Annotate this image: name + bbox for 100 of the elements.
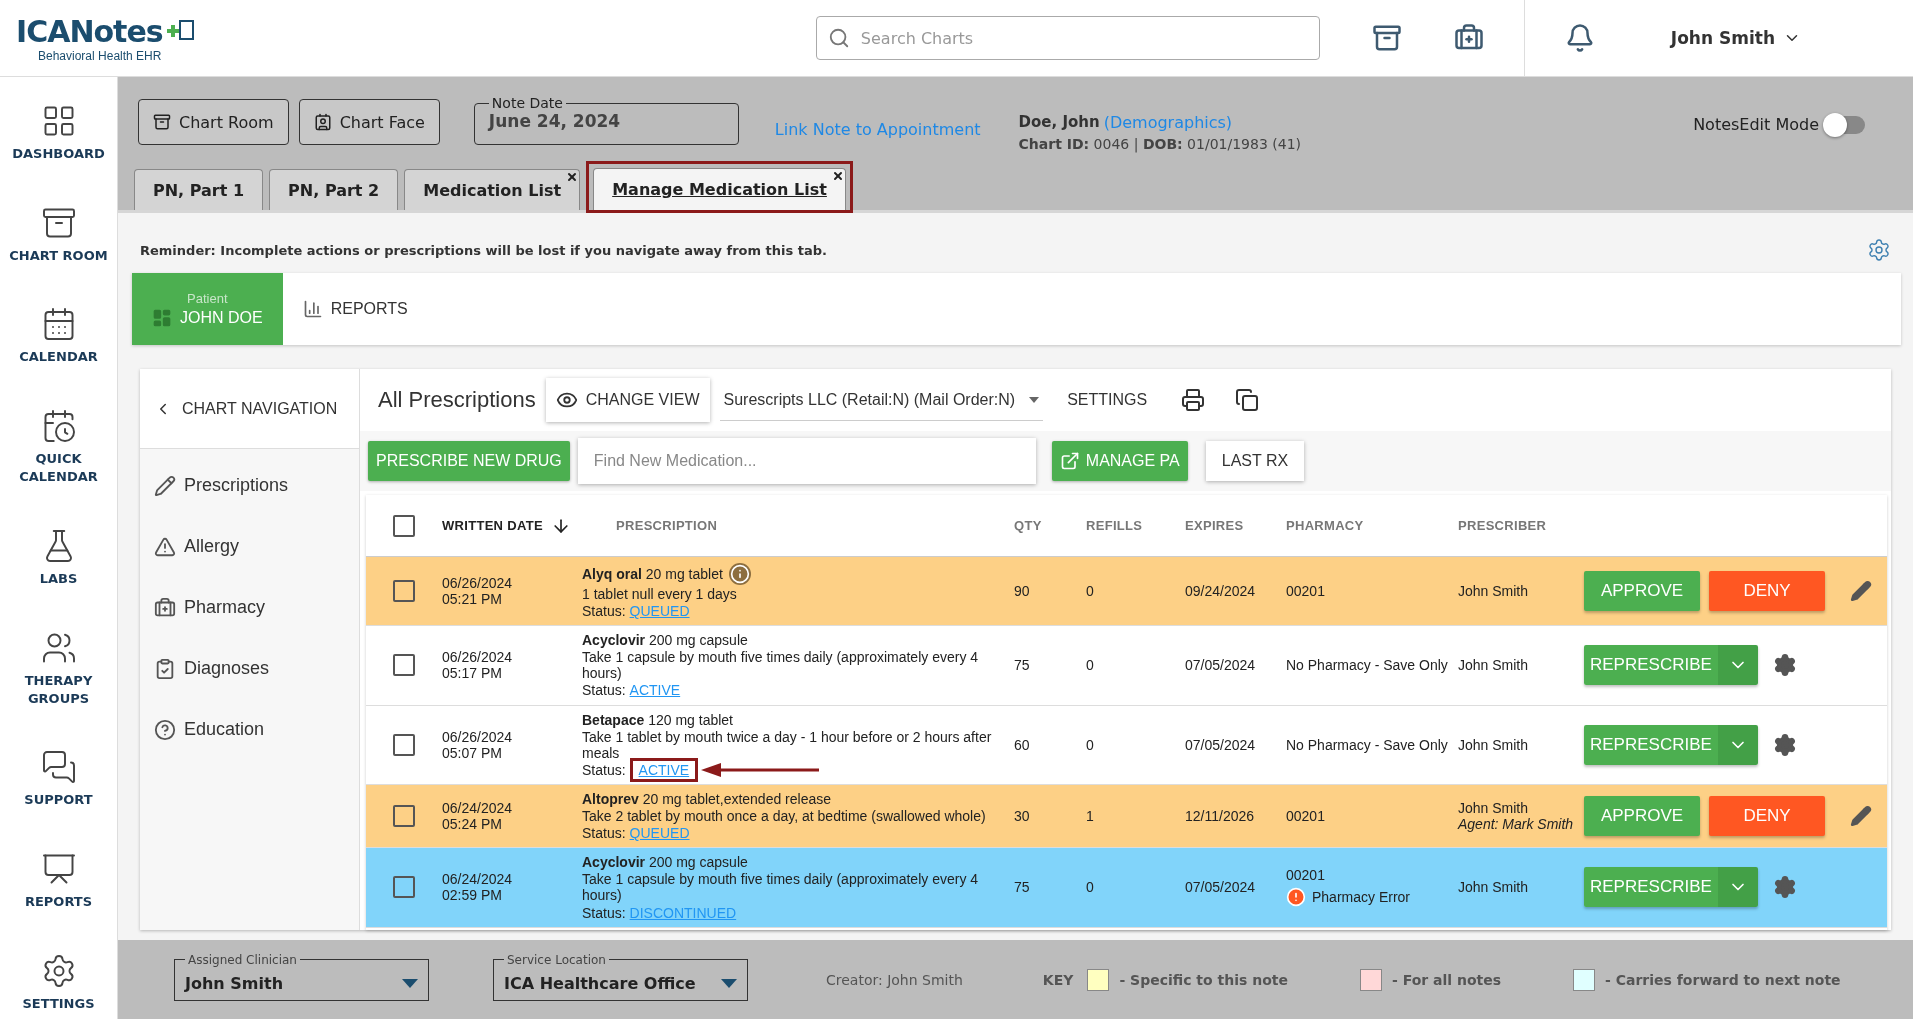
tab[interactable]: Manage Medication List (593, 168, 846, 210)
expires-cell-text: 12/11/2026 (1185, 808, 1256, 825)
chart-nav-item[interactable]: Prescriptions (140, 455, 359, 516)
key-label: KEY (1042, 971, 1074, 988)
sidebar-item[interactable]: THERAPY GROUPS (8, 629, 109, 708)
close-icon[interactable] (566, 171, 579, 183)
refills-cell-text: 1 (1086, 808, 1095, 825)
sidebar-item[interactable]: SETTINGS (8, 952, 109, 1013)
chart-nav-item[interactable]: Diagnoses (140, 638, 359, 699)
status-label: Status: (582, 761, 626, 778)
qty-cell-text: 60 (1014, 736, 1031, 753)
panel-title: All Prescriptions (378, 387, 536, 413)
close-icon[interactable] (831, 170, 844, 182)
settings-icon[interactable] (1772, 875, 1797, 900)
patient-tab[interactable]: REPORTS (282, 273, 430, 345)
column-header: REFILLS (1086, 518, 1144, 533)
checkbox[interactable] (393, 733, 415, 756)
sig-text: Take 2 tablet by mouth once a day, at bedtime (swallowed whole) (582, 808, 987, 825)
drug-title: Acyclovir 200 mg capsule (582, 632, 748, 649)
pharmacy-error: Pharmacy Error (1312, 889, 1411, 906)
sig-text: Take 1 capsule by mouth five times daily (approximately every 4 hours) (582, 649, 980, 682)
pencil-icon[interactable] (1850, 805, 1872, 828)
refills-cell-text: 0 (1086, 657, 1095, 674)
logo-tagline: Behavioral Health EHR (38, 48, 163, 63)
clipboard-check-icon (154, 657, 176, 680)
drug-title: Acyclovir 200 mg capsule (582, 854, 748, 871)
sidebar-item[interactable]: CALENDAR (8, 306, 109, 367)
clinician-select[interactable]: Assigned Clinician John Smith (174, 952, 429, 1001)
pencil-icon[interactable] (1850, 580, 1872, 603)
settings-button[interactable]: SETTINGS (1053, 391, 1162, 409)
prescriber-cell-text: John Smith (1458, 800, 1530, 817)
agent-text: Agent: Mark Smith (1458, 816, 1575, 833)
external-link-icon (1059, 451, 1080, 471)
date-cell-text: 06/24/2024 02:59 PM (442, 871, 514, 904)
column-header: PRESCRIPTION (615, 518, 719, 533)
change-view-button[interactable]: CHANGE VIEW (545, 378, 710, 422)
checkbox[interactable] (393, 876, 415, 899)
date-cell-text: 06/26/2024 05:21 PM (442, 575, 514, 608)
settings-icon[interactable] (1772, 732, 1797, 757)
sidebar-item[interactable]: SUPPORT (8, 749, 109, 810)
tab[interactable]: PN, Part 2 (269, 169, 399, 210)
patient-name: Doe, John (1018, 113, 1100, 132)
settings-icon[interactable] (1867, 238, 1891, 262)
status-label: Status: (582, 825, 626, 842)
pharmacy-cell-text: 00201 (1286, 808, 1326, 825)
refills-cell-text: 0 (1086, 879, 1095, 896)
settings-icon[interactable] (1772, 653, 1797, 678)
search-field[interactable]: Search Charts (815, 16, 1320, 60)
key-text: - For all notes (1391, 971, 1502, 988)
patient-details: Chart ID: 0046 | DOB: 01/01/1983 (41) (1018, 136, 1301, 152)
column-header[interactable]: WRITTEN DATE (442, 515, 582, 536)
date-cell-text: 06/24/2024 05:24 PM (442, 800, 514, 833)
drug-title: Betapace 120 mg tablet (582, 711, 733, 728)
drug-title: Altoprev 20 mg tablet,extended release (582, 790, 832, 808)
sidebar-item[interactable]: CHART ROOM (8, 204, 109, 265)
tab[interactable]: PN, Part 1 (134, 169, 264, 210)
chart-nav-item[interactable]: Pharmacy (140, 577, 359, 638)
expires-cell-text: 07/05/2024 (1185, 657, 1257, 674)
toolbar-button[interactable]: Chart Face (298, 99, 440, 145)
info-icon[interactable] (728, 563, 751, 585)
date-cell-text: 06/26/2024 05:07 PM (442, 728, 514, 761)
note-date-field[interactable]: Note Date June 24, 2024 (473, 95, 739, 145)
checkbox[interactable] (393, 514, 415, 537)
sig-text: Take 1 capsule by mouth five times daily (approximately every 4 hours) (582, 871, 980, 904)
user-menu[interactable]: John Smith (1664, 27, 1807, 49)
pharmacy-select[interactable]: Surescripts LLC (Retail:N) (Mail Order:N) (719, 379, 1044, 421)
caret-icon (402, 978, 418, 988)
status-label: Status: (582, 603, 626, 620)
copy-icon (1235, 388, 1260, 412)
checkbox[interactable] (393, 654, 415, 677)
toolbar-button[interactable]: Chart Room (138, 99, 289, 145)
file-cabinet-icon (153, 113, 171, 131)
location-select[interactable]: Service Location ICA Healthcare Office (493, 952, 748, 1001)
last-rx-button[interactable]: LAST RX (1205, 441, 1305, 481)
pharmacy-cell-text: 00201 (1286, 583, 1326, 600)
refills-cell-text: 0 (1086, 583, 1095, 600)
chart-nav-item[interactable]: Education (140, 699, 359, 760)
status-label: Status: (582, 682, 626, 699)
pharmacy-cell: No Pharmacy - Save Only (1286, 736, 1448, 753)
prescriber-cell-text: John Smith (1458, 657, 1530, 674)
sidebar-item[interactable]: REPORTS (8, 851, 109, 912)
pharmacy-cell-text: 00201 (1286, 867, 1326, 884)
dropdown-button[interactable] (1717, 724, 1758, 765)
alert-icon (1286, 887, 1306, 908)
checkbox[interactable] (393, 805, 415, 828)
tab[interactable]: Medication List (404, 169, 581, 210)
file-cabinet-icon[interactable] (1371, 23, 1402, 53)
sidebar-item[interactable]: DASHBOARD (8, 103, 109, 164)
chart-navigation-button[interactable]: CHART NAVIGATION (140, 369, 359, 449)
find-medication-field[interactable]: Find New Medication... (577, 438, 1036, 484)
chart-nav-item[interactable]: Allergy (140, 516, 359, 577)
printer-icon (1181, 388, 1206, 412)
checkbox[interactable] (393, 580, 415, 603)
column-header: PHARMACY (1286, 518, 1365, 533)
sidebar-item[interactable]: LABS (8, 527, 109, 589)
search-icon (827, 27, 850, 49)
expires-cell-text: 07/05/2024 (1185, 736, 1257, 753)
sidebar-item[interactable]: QUICK CALENDAR (8, 408, 109, 487)
column-header: PRESCRIBER (1458, 518, 1548, 533)
pharmacy-cell: No Pharmacy - Save Only (1286, 657, 1448, 674)
